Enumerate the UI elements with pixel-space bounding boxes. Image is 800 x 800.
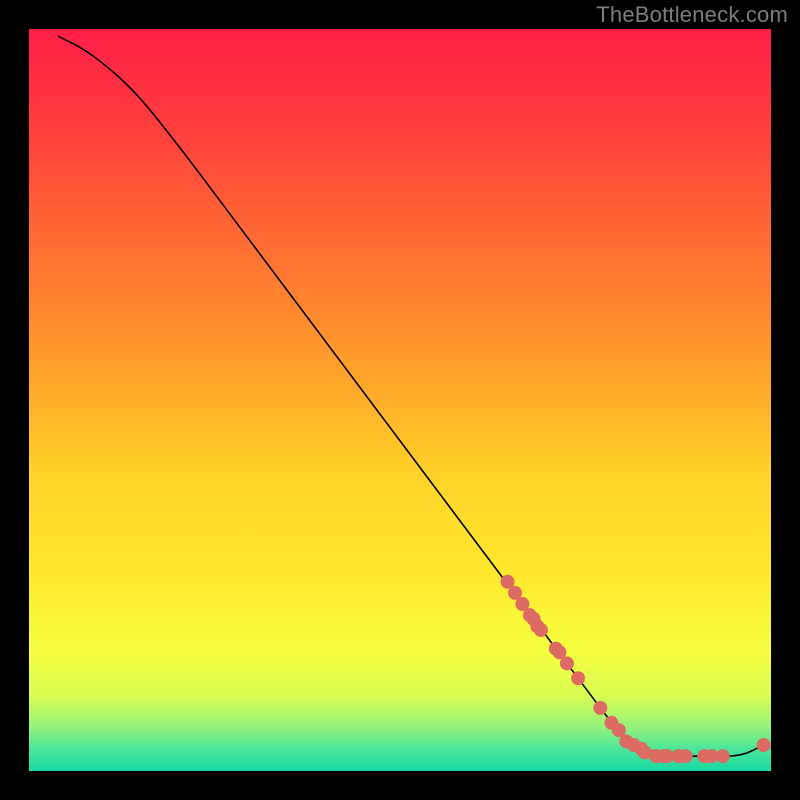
bottleneck-chart <box>0 0 800 800</box>
data-marker <box>593 701 607 715</box>
gradient-background <box>29 29 771 771</box>
data-marker <box>679 749 693 763</box>
data-marker <box>560 656 574 670</box>
data-marker <box>716 749 730 763</box>
watermark-text: TheBottleneck.com <box>596 2 788 28</box>
data-marker <box>757 738 771 752</box>
data-marker <box>534 623 548 637</box>
data-marker <box>571 671 585 685</box>
chart-root: TheBottleneck.com <box>0 0 800 800</box>
